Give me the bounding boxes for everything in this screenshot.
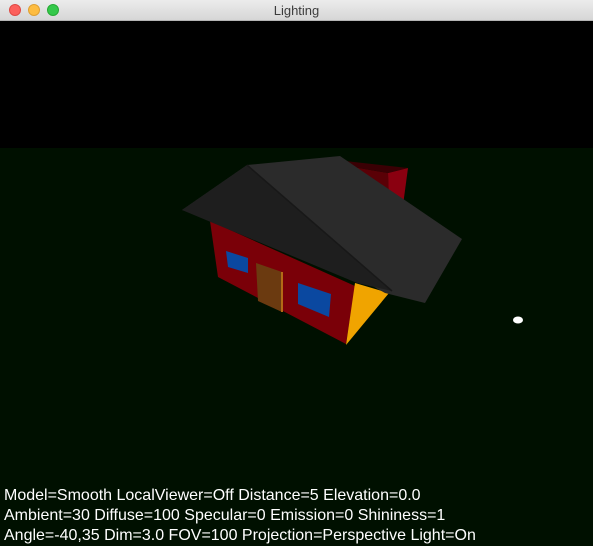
opengl-viewport[interactable]: Model=Smooth LocalViewer=Off Distance=5 …: [0, 21, 593, 546]
status-line-lighting: Ambient=30 Diffuse=100 Specular=0 Emissi…: [4, 507, 446, 524]
status-readout: Model=Smooth LocalViewer=Off Distance=5 …: [4, 486, 476, 546]
status-line-view: Angle=-40,35 Dim=3.0 FOV=100 Projection=…: [4, 527, 476, 544]
lighting-window: Lighting Model=Smooth LocalViewer=Off Di…: [0, 0, 593, 546]
scene-canvas: [0, 148, 593, 546]
light-source: [513, 316, 523, 324]
window-title: Lighting: [273, 3, 320, 18]
title-bar[interactable]: Lighting: [0, 0, 593, 21]
status-line-model: Model=Smooth LocalViewer=Off Distance=5 …: [4, 487, 421, 504]
